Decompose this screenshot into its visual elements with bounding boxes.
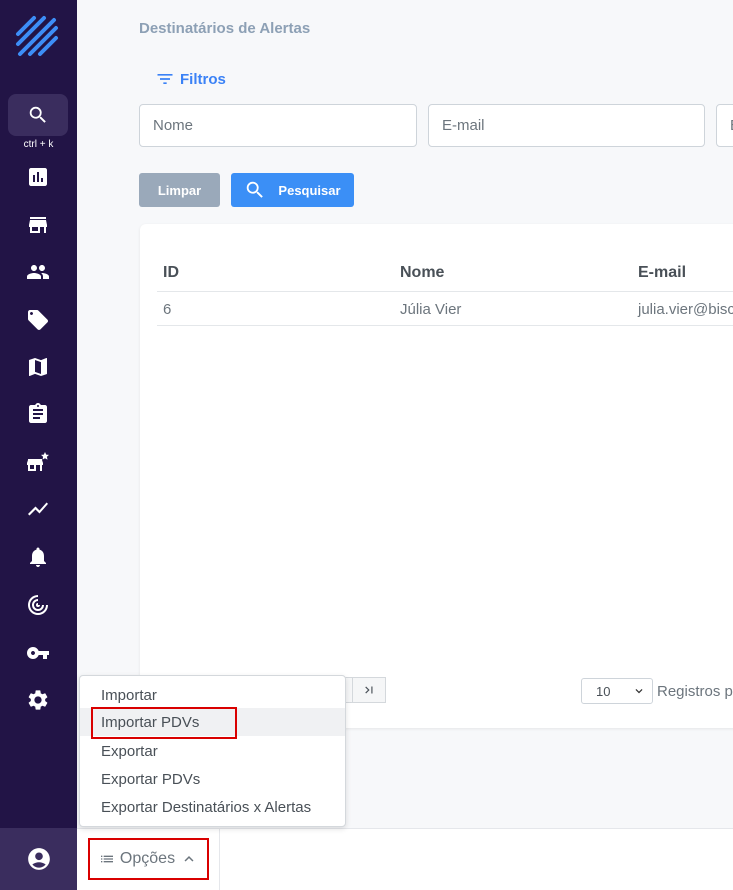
page-size-value: 10 [596,683,611,699]
nav-dashboard[interactable] [25,164,51,190]
clear-button[interactable]: Limpar [139,173,220,207]
account-icon [27,848,50,870]
cell-id: 6 [163,301,172,318]
search-icon [29,106,46,123]
email-filter-input[interactable] [428,104,705,147]
filters-toggle[interactable]: Filtros [155,69,226,89]
options-dropdown-menu: Importar Importar PDVs Exportar Exportar… [79,675,346,827]
gear-icon [28,690,48,710]
menu-item-export-recipients-alerts[interactable]: Exportar Destinatários x Alertas [80,793,345,821]
nav-tags[interactable] [25,307,51,333]
toolbar-divider [219,829,220,890]
bell-icon [30,547,46,567]
last-page-icon [365,686,373,694]
nav-tasks[interactable] [25,401,51,427]
nav-analytics[interactable] [25,496,51,522]
key-icon [27,647,49,659]
options-button[interactable]: Opções [88,838,209,880]
third-filter-input[interactable] [716,104,733,147]
nav-users[interactable] [25,259,51,285]
search-shortcut-hint: ctrl + k [23,139,54,150]
records-per-page-label: Registros p [657,683,733,700]
results-table-card: ID Nome E-mail 6 Júlia Vier julia.vier@b… [140,224,733,728]
menu-item-export-pdvs[interactable]: Exportar PDVs [80,765,345,793]
nav-map[interactable] [25,354,51,380]
annotation-highlight-box [91,707,237,739]
filter-icon [157,74,173,84]
chevron-up-icon [184,856,194,862]
menu-item-import[interactable]: Importar [80,681,345,709]
column-header-id[interactable]: ID [163,264,179,282]
nav-radar[interactable] [25,592,51,618]
logo-icon[interactable] [14,14,62,62]
nav-featured-stores[interactable] [25,450,51,476]
search-button-label: Pesquisar [278,182,341,198]
options-button-label: Opções [119,850,176,867]
pager-last-button[interactable] [352,677,386,703]
sidebar: ctrl + k [0,0,77,890]
radar-icon [28,595,48,615]
nav-settings[interactable] [25,687,51,713]
search-icon [247,181,264,198]
tag-icon [28,310,48,330]
global-search-button[interactable] [8,94,68,136]
chevron-down-icon [635,689,643,694]
name-filter-input[interactable] [139,104,417,147]
trend-icon [28,502,48,516]
nav-alerts[interactable] [25,544,51,570]
people-icon [27,265,49,279]
header-divider [157,291,733,292]
menu-item-export[interactable]: Exportar [80,737,345,765]
column-header-email[interactable]: E-mail [638,264,686,282]
bottom-toolbar: Opções [77,828,733,890]
nav-access-keys[interactable] [25,640,51,666]
clipboard-icon [29,403,47,423]
cell-name: Júlia Vier [400,301,462,318]
row-divider [157,325,733,326]
chart-icon [29,168,47,186]
cell-email: julia.vier@bisc [638,301,733,318]
store-star-icon [27,452,49,471]
page-size-select[interactable]: 10 [581,678,653,704]
page-title: Destinatários de Alertas [139,20,311,37]
column-header-name[interactable]: Nome [400,264,444,282]
store-icon [29,217,47,233]
filters-toggle-label: Filtros [180,70,226,88]
list-icon [100,855,113,863]
search-button[interactable]: Pesquisar [231,173,354,207]
map-icon [29,358,47,376]
nav-stores[interactable] [25,212,51,238]
user-profile-button[interactable] [0,828,77,890]
